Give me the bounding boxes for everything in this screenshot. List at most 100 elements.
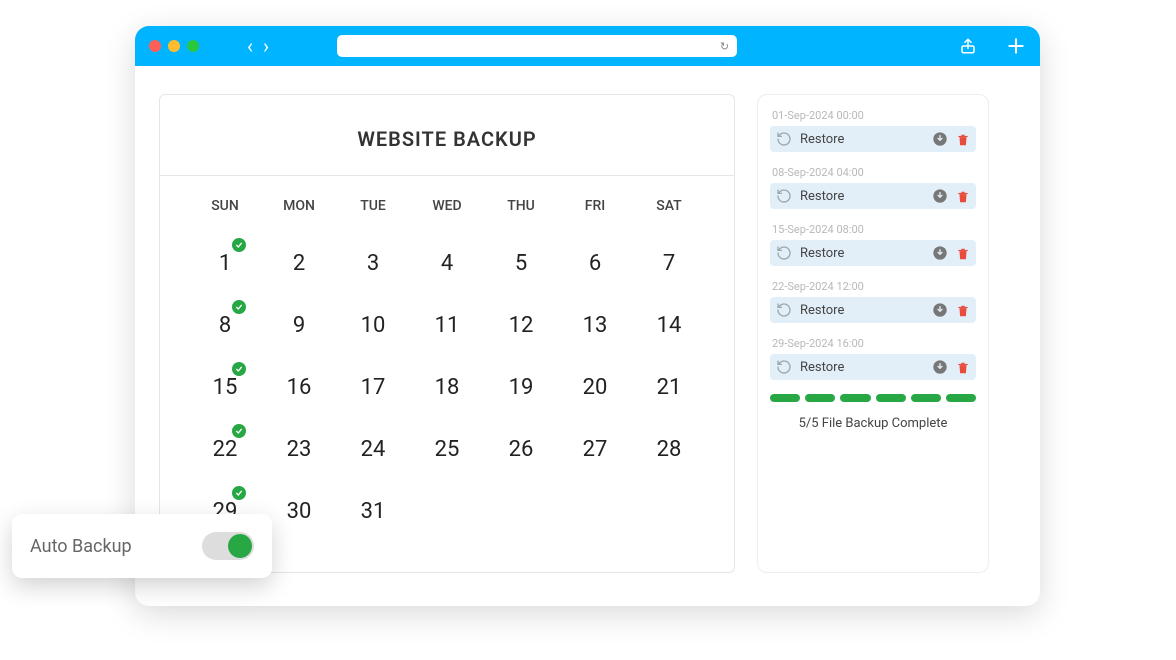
calendar-day[interactable]: 20 <box>558 356 632 418</box>
restore-row: Restore <box>770 297 976 323</box>
calendar-day[interactable]: 2 <box>262 232 336 294</box>
restore-row: Restore <box>770 354 976 380</box>
restore-button[interactable]: Restore <box>800 246 844 261</box>
trash-icon[interactable] <box>956 132 970 146</box>
download-icon[interactable] <box>932 245 948 261</box>
download-icon[interactable] <box>932 359 948 375</box>
undo-icon[interactable] <box>776 188 792 204</box>
check-icon <box>232 486 246 500</box>
share-icon[interactable] <box>958 36 978 56</box>
browser-titlebar: ‹ › ↻ <box>135 26 1040 66</box>
calendar-day[interactable]: 5 <box>484 232 558 294</box>
check-icon <box>232 424 246 438</box>
backup-item: 08-Sep-2024 04:00 Restore <box>770 166 976 209</box>
restore-row: Restore <box>770 240 976 266</box>
traffic-lights <box>149 40 199 52</box>
calendar-day <box>558 480 632 542</box>
calendar-day[interactable]: 16 <box>262 356 336 418</box>
calendar-day[interactable]: 13 <box>558 294 632 356</box>
progress-segment <box>946 394 976 402</box>
backup-item: 29-Sep-2024 16:00Restore <box>770 337 976 380</box>
calendar-day[interactable]: 23 <box>262 418 336 480</box>
calendar-day[interactable]: 7 <box>632 232 706 294</box>
calendar-day[interactable]: 17 <box>336 356 410 418</box>
calendar-day[interactable]: 6 <box>558 232 632 294</box>
restore-button[interactable]: Restore <box>800 132 844 147</box>
dow-label: WED <box>410 198 484 232</box>
dow-label: SAT <box>632 198 706 232</box>
restore-button[interactable]: Restore <box>800 303 844 318</box>
reload-icon[interactable]: ↻ <box>720 40 729 53</box>
restore-row: Restore <box>770 183 976 209</box>
calendar-day[interactable]: 10 <box>336 294 410 356</box>
close-window-button[interactable] <box>149 40 161 52</box>
download-icon[interactable] <box>932 131 948 147</box>
trash-icon[interactable] <box>956 360 970 374</box>
undo-icon[interactable] <box>776 302 792 318</box>
download-icon[interactable] <box>932 302 948 318</box>
forward-button[interactable]: › <box>263 36 269 56</box>
calendar-day[interactable]: 9 <box>262 294 336 356</box>
trash-icon[interactable] <box>956 189 970 203</box>
calendar-card: WEBSITE BACKUP SUNMONTUEWEDTHUFRISAT 123… <box>159 94 735 573</box>
calendar-day[interactable]: 30 <box>262 480 336 542</box>
undo-icon[interactable] <box>776 359 792 375</box>
calendar-day[interactable]: 26 <box>484 418 558 480</box>
progress-segment <box>911 394 941 402</box>
undo-icon[interactable] <box>776 245 792 261</box>
trash-icon[interactable] <box>956 246 970 260</box>
calendar-day <box>632 480 706 542</box>
calendar-day[interactable]: 15 <box>188 356 262 418</box>
progress-segment <box>805 394 835 402</box>
dow-label: THU <box>484 198 558 232</box>
restore-button[interactable]: Restore <box>800 360 844 375</box>
calendar-day[interactable]: 14 <box>632 294 706 356</box>
calendar-day[interactable]: 11 <box>410 294 484 356</box>
progress-segment <box>876 394 906 402</box>
minimize-window-button[interactable] <box>168 40 180 52</box>
backup-timestamp: 15-Sep-2024 08:00 <box>770 223 976 240</box>
trash-icon[interactable] <box>956 303 970 317</box>
dow-label: FRI <box>558 198 632 232</box>
address-bar[interactable]: ↻ <box>337 35 737 57</box>
calendar-day[interactable]: 1 <box>188 232 262 294</box>
dow-label: TUE <box>336 198 410 232</box>
calendar-day[interactable]: 3 <box>336 232 410 294</box>
calendar-day[interactable]: 25 <box>410 418 484 480</box>
backup-timestamp: 08-Sep-2024 04:00 <box>770 166 976 183</box>
progress-bar <box>770 394 976 402</box>
calendar-title: WEBSITE BACKUP <box>160 95 734 176</box>
toggle-knob <box>228 534 252 558</box>
content-area: WEBSITE BACKUP SUNMONTUEWEDTHUFRISAT 123… <box>135 66 1040 597</box>
check-icon <box>232 362 246 376</box>
download-icon[interactable] <box>932 188 948 204</box>
auto-backup-card: Auto Backup <box>12 514 272 578</box>
undo-icon[interactable] <box>776 131 792 147</box>
calendar-day[interactable]: 4 <box>410 232 484 294</box>
calendar-day[interactable]: 8 <box>188 294 262 356</box>
calendar-day[interactable]: 18 <box>410 356 484 418</box>
calendar-day[interactable]: 28 <box>632 418 706 480</box>
calendar-day[interactable]: 19 <box>484 356 558 418</box>
calendar-day[interactable]: 24 <box>336 418 410 480</box>
calendar-day[interactable]: 22 <box>188 418 262 480</box>
dow-label: SUN <box>188 198 262 232</box>
restore-button[interactable]: Restore <box>800 189 844 204</box>
calendar-grid: SUNMONTUEWEDTHUFRISAT 123456789101112131… <box>160 176 734 572</box>
calendar-day <box>410 480 484 542</box>
calendar-day[interactable]: 27 <box>558 418 632 480</box>
calendar-day[interactable]: 21 <box>632 356 706 418</box>
nav-arrows: ‹ › <box>247 36 269 56</box>
new-tab-button[interactable] <box>1006 36 1026 56</box>
backup-timestamp: 22-Sep-2024 12:00 <box>770 280 976 297</box>
backup-item: 01-Sep-2024 00:00Restore <box>770 109 976 152</box>
back-button[interactable]: ‹ <box>247 36 253 56</box>
backup-list-card: 01-Sep-2024 00:00Restore 08-Sep-2024 04:0… <box>757 94 989 573</box>
progress-segment <box>770 394 800 402</box>
backup-item: 22-Sep-2024 12:00 Restore <box>770 280 976 323</box>
check-icon <box>232 300 246 314</box>
auto-backup-toggle[interactable] <box>202 532 254 560</box>
calendar-day[interactable]: 31 <box>336 480 410 542</box>
maximize-window-button[interactable] <box>187 40 199 52</box>
calendar-day[interactable]: 12 <box>484 294 558 356</box>
